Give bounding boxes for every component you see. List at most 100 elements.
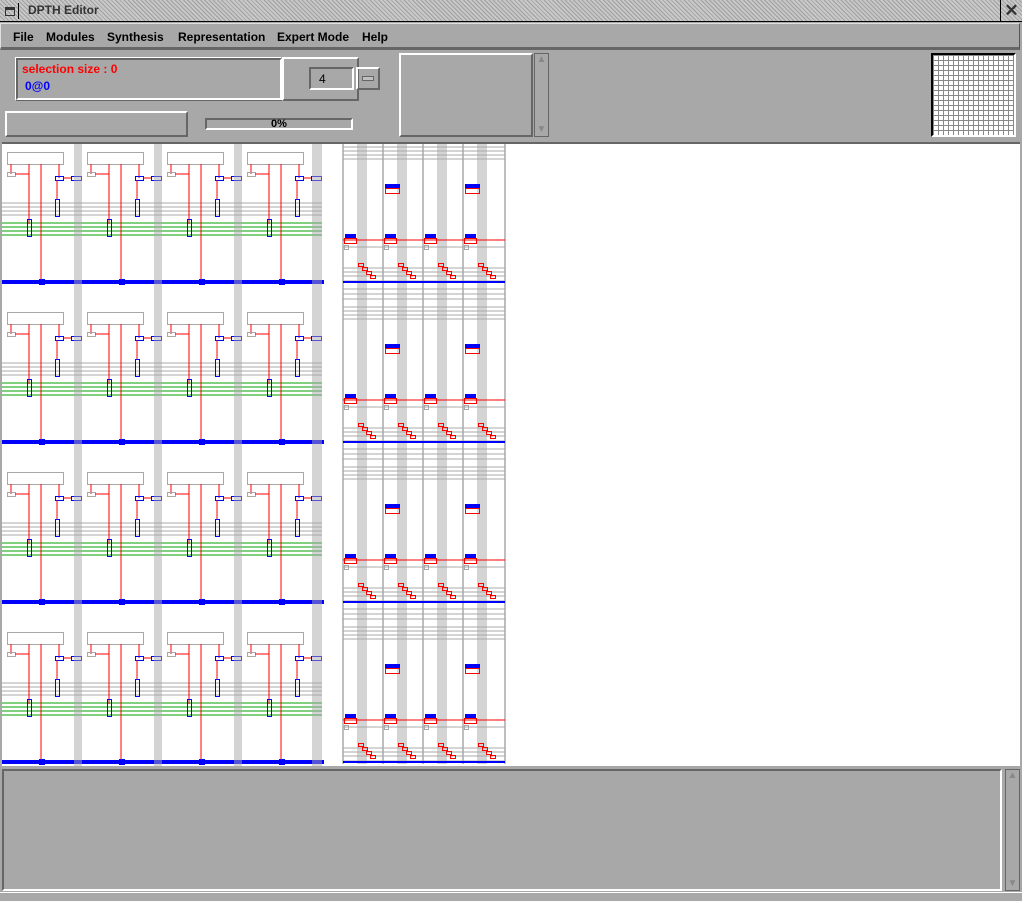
blue-contact: [215, 519, 220, 537]
red-contact: [358, 423, 364, 427]
red-contact: [384, 718, 397, 724]
menu-synthesis[interactable]: Synthesis: [107, 30, 164, 44]
blue-contact: [465, 344, 480, 349]
red-contact: [398, 743, 404, 747]
red-contact: [410, 755, 416, 759]
red-contact: [385, 668, 400, 674]
red-contact: [464, 398, 477, 404]
red-contact: [362, 427, 368, 431]
red-contact: [490, 755, 496, 759]
blue-contact: [385, 504, 400, 509]
blue-contact: [465, 504, 480, 509]
red-contact: [344, 238, 357, 244]
red-contact: [442, 427, 448, 431]
title-bar: DPTH Editor ✕: [0, 0, 1022, 22]
zoom-spin-button[interactable]: [356, 67, 380, 90]
blue-contact: [465, 554, 476, 559]
red-contact: [398, 423, 404, 427]
cell-box: [247, 152, 304, 165]
red-contact: [366, 591, 372, 595]
blue-contact: [465, 394, 476, 399]
overview-minimap[interactable]: [931, 53, 1016, 137]
blue-contact: [135, 359, 140, 377]
blue-contact: [295, 359, 300, 377]
cell-box: [7, 632, 64, 645]
blue-contact: [215, 359, 220, 377]
bus-contact: [279, 759, 285, 765]
red-contact: [402, 267, 408, 271]
scroll-down-icon[interactable]: ▼: [535, 124, 548, 136]
red-contact: [398, 583, 404, 587]
cell-box: [167, 472, 224, 485]
red-contact: [478, 423, 484, 427]
red-contact: [446, 431, 452, 435]
red-contact: [344, 718, 357, 724]
menu-modules[interactable]: Modules: [46, 30, 95, 44]
red-contact: [402, 427, 408, 431]
red-contact: [446, 591, 452, 595]
cell-box: [167, 152, 224, 165]
red-contact: [384, 238, 397, 244]
red-contact: [486, 271, 492, 275]
cell-box: [87, 152, 144, 165]
blue-contact: [55, 199, 60, 217]
red-contact: [464, 718, 477, 724]
red-contact: [358, 743, 364, 747]
scroll-up-icon[interactable]: ▲: [535, 54, 548, 66]
red-contact: [465, 508, 480, 514]
layout-canvas[interactable]: [2, 142, 1020, 780]
menu-representation[interactable]: Representation: [178, 30, 265, 44]
blue-contact: [135, 679, 140, 697]
bus-contact: [279, 599, 285, 605]
red-contact: [370, 755, 376, 759]
red-contact: [446, 271, 452, 275]
menu-help[interactable]: Help: [362, 30, 388, 44]
console-scrollbar[interactable]: ▲ ▼: [1005, 769, 1020, 891]
cell-box: [87, 312, 144, 325]
red-contact: [406, 591, 412, 595]
blue-contact: [345, 714, 356, 719]
red-contact: [344, 558, 357, 564]
blue-contact: [425, 714, 436, 719]
red-contact: [398, 263, 404, 267]
red-contact: [424, 398, 437, 404]
cell-box: [87, 472, 144, 485]
scroll-up-icon[interactable]: ▲: [1006, 770, 1019, 782]
red-contact: [366, 751, 372, 755]
cell-box: [7, 472, 64, 485]
red-contact: [478, 263, 484, 267]
zoom-level-input[interactable]: 4: [309, 67, 354, 90]
console-panel[interactable]: [2, 769, 1002, 891]
bus-contact: [119, 759, 125, 765]
cell-box: [167, 632, 224, 645]
blue-contact: [55, 679, 60, 697]
selection-size-label: selection size : 0: [22, 62, 118, 76]
blue-contact: [345, 234, 356, 239]
red-contact: [486, 431, 492, 435]
blue-contact: [465, 664, 480, 669]
red-contact: [478, 583, 484, 587]
blue-contact: [425, 554, 436, 559]
blue-contact: [425, 394, 436, 399]
list-panel[interactable]: [399, 53, 533, 137]
red-contact: [370, 275, 376, 279]
blue-contact: [385, 394, 396, 399]
red-contact: [490, 275, 496, 279]
red-contact: [438, 423, 444, 427]
red-contact: [370, 435, 376, 439]
list-scrollbar[interactable]: ▲ ▼: [534, 53, 549, 137]
window-menu-icon[interactable]: [3, 3, 19, 19]
red-contact: [490, 595, 496, 599]
blue-contact: [55, 359, 60, 377]
bus-contact: [119, 279, 125, 285]
blue-contact: [215, 199, 220, 217]
menu-expert-mode[interactable]: Expert Mode: [277, 30, 349, 44]
circuit-layout[interactable]: [2, 144, 1020, 780]
blue-contact: [385, 184, 400, 189]
close-x-icon[interactable]: ✕: [1000, 0, 1022, 22]
menu-file[interactable]: File: [13, 30, 34, 44]
red-contact: [482, 267, 488, 271]
blue-contact: [385, 344, 400, 349]
scroll-down-icon[interactable]: ▼: [1006, 878, 1019, 890]
red-contact: [384, 398, 397, 404]
